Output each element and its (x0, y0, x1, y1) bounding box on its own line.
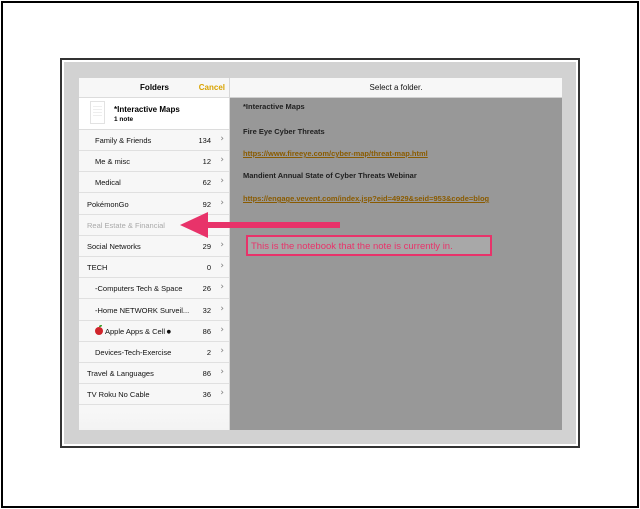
folder-count: 29 (202, 242, 211, 251)
folder-count: 134 (198, 136, 211, 145)
folder-name-text: -Home NETWORK Surveil... (95, 305, 190, 315)
folder-count: 36 (202, 390, 211, 400)
folder-name: Medical (95, 178, 121, 187)
chevron-right-icon: › (220, 388, 224, 399)
chevron-right-icon: › (220, 240, 224, 250)
folder-row[interactable]: Medical 62 › (79, 172, 229, 194)
note-link-fireeye[interactable]: https://www.fireeye.com/cyber-map/threat… (243, 149, 428, 158)
chevron-right-icon: › (220, 134, 224, 144)
sidebar-fade (79, 412, 229, 430)
note-thumbnail (90, 101, 105, 124)
folder-name: Me & misc (95, 157, 130, 166)
folder-name-text: Travel & Languages (87, 369, 154, 379)
chevron-right-icon: › (220, 324, 224, 335)
folder-name: Real Estate & Financial (87, 221, 165, 230)
folder-row[interactable]: -Home NETWORK Surveil... 32 › (79, 300, 229, 321)
chevron-right-icon: › (220, 282, 224, 293)
chevron-right-icon: › (220, 155, 224, 166)
folder-name: Travel & Languages (87, 369, 154, 378)
cancel-button[interactable]: Cancel (199, 83, 225, 92)
folder-row[interactable]: Travel & Languages 86 › (79, 363, 229, 385)
folder-count: 62 (202, 178, 211, 188)
folder-name-text: Real Estate & Financial (87, 220, 165, 230)
folder-count: 86 (202, 369, 211, 379)
chevron-right-icon: › (220, 197, 224, 208)
folder-name-text: Apple Apps & Cell (105, 326, 166, 336)
select-folder-title: Select a folder. (369, 83, 423, 92)
folder-name: PokémonGo (87, 200, 129, 209)
folder-row[interactable]: Apple Apps & Cell ● 86 › (79, 321, 229, 342)
folder-name: -Home NETWORK Surveil... (95, 306, 189, 315)
folders-header: Folders Cancel (79, 78, 229, 98)
note-line-title: *Interactive Maps (243, 102, 305, 111)
folder-name-text: Devices-Tech-Exercise (95, 348, 172, 357)
folder-name-text: Me & misc (95, 157, 131, 167)
folder-count: 92 (202, 199, 211, 209)
folder-count: 32 (202, 305, 211, 315)
folder-name: Apple Apps & Cell ● (95, 324, 171, 336)
folder-count: 86 (202, 326, 211, 336)
folder-name-text: TECH (87, 263, 108, 273)
note-line-heading: Fire Eye Cyber Threats (243, 127, 325, 136)
folder-row[interactable]: Family & Friends 134 › (79, 130, 229, 151)
annotation-arrow-icon (180, 212, 340, 238)
note-line-webinar: Mandient Annual State of Cyber Threats W… (243, 171, 417, 180)
folder-name: TECH (87, 263, 107, 272)
note-preview-count: 1 note (114, 116, 134, 123)
folder-name: -Computers Tech & Space (95, 284, 182, 293)
folder-name: Social Networks (87, 242, 141, 251)
folder-name-text: Family & Friends (95, 136, 152, 145)
folder-row[interactable]: Me & misc 12 › (79, 151, 229, 173)
chevron-right-icon: › (220, 367, 224, 378)
apple-logo-icon: ● (165, 328, 171, 335)
red-apple-icon (95, 324, 103, 335)
folder-name-text: TV Roku No Cable (87, 390, 150, 400)
folder-name-text: PokémonGo (87, 199, 129, 209)
folder-count: 26 (202, 284, 211, 294)
note-preview: *Interactive Maps 1 note (79, 98, 229, 130)
content-header: Select a folder. (230, 78, 562, 98)
folder-count: 12 (202, 157, 211, 167)
folder-row[interactable]: Devices-Tech-Exercise 2 › (79, 342, 229, 363)
folder-name: Devices-Tech-Exercise (95, 348, 171, 357)
chevron-right-icon: › (220, 303, 224, 314)
annotation-text: This is the notebook that the note is cu… (251, 241, 453, 252)
folder-name: Family & Friends (95, 136, 151, 145)
note-preview-title: *Interactive Maps (114, 105, 180, 114)
chevron-right-icon: › (220, 346, 224, 356)
folder-row[interactable]: -Computers Tech & Space 26 › (79, 278, 229, 300)
folder-name-text: Social Networks (87, 242, 141, 251)
folder-name-text: Medical (95, 178, 121, 188)
folder-row[interactable]: TECH 0 › (79, 257, 229, 279)
folder-count: 2 (206, 348, 211, 357)
folder-count: 0 (206, 263, 211, 273)
folders-pane: Folders Cancel *Interactive Maps 1 note … (79, 78, 230, 430)
folder-name-text: -Computers Tech & Space (95, 284, 183, 294)
chevron-right-icon: › (220, 176, 224, 187)
folder-row[interactable]: TV Roku No Cable 36 › (79, 384, 229, 406)
note-link-webinar[interactable]: https://engage.vevent.com/index.jsp?eid=… (243, 194, 489, 203)
chevron-right-icon: › (220, 261, 224, 272)
folder-name: TV Roku No Cable (87, 390, 150, 399)
